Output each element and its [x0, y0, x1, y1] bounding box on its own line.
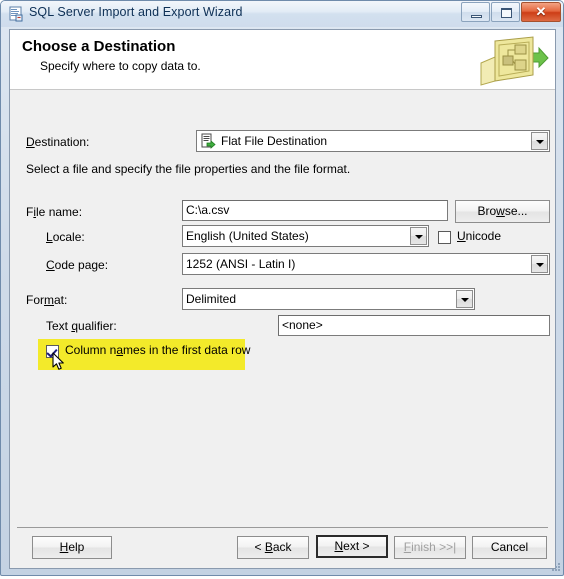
- wizard-document-icon: [8, 6, 24, 22]
- page-title: Choose a Destination: [22, 38, 176, 55]
- text-qualifier-input[interactable]: <none>: [278, 315, 550, 336]
- text-qualifier-label: Text qualifier:: [46, 319, 117, 333]
- window-title: SQL Server Import and Export Wizard: [29, 5, 243, 19]
- format-dropdown-arrow-icon[interactable]: [456, 290, 473, 308]
- format-label: Format:: [26, 293, 68, 307]
- destination-dropdown-arrow-icon[interactable]: [531, 132, 548, 150]
- back-button[interactable]: < Back: [237, 536, 309, 559]
- page-subtitle: Specify where to copy data to.: [40, 59, 201, 73]
- code-page-combobox[interactable]: 1252 (ANSI - Latin I): [182, 253, 550, 275]
- unicode-checkbox[interactable]: [438, 231, 451, 244]
- column-names-label: Column names in the first data row: [65, 343, 251, 357]
- resize-grip[interactable]: [549, 561, 561, 573]
- locale-label: Locale:: [46, 230, 85, 244]
- destination-label: Destination:: [26, 135, 90, 149]
- maximize-button[interactable]: [491, 2, 520, 22]
- dialog-client-area: Choose a Destination Specify where to co…: [9, 29, 556, 569]
- title-bar[interactable]: SQL Server Import and Export Wizard ✕: [1, 1, 563, 27]
- cancel-button[interactable]: Cancel: [472, 536, 547, 559]
- mouse-cursor-icon: [52, 352, 66, 372]
- footer-separator: [17, 527, 548, 528]
- locale-value: English (United States): [186, 229, 309, 243]
- browse-button[interactable]: Browse...: [455, 200, 550, 223]
- minimize-button[interactable]: [461, 2, 490, 22]
- code-page-label: Code page:: [46, 258, 109, 272]
- locale-dropdown-arrow-icon[interactable]: [410, 227, 427, 245]
- ssis-package-arrow-icon: [473, 33, 549, 87]
- flat-file-destination-icon: [200, 133, 216, 149]
- code-page-dropdown-arrow-icon[interactable]: [531, 255, 548, 273]
- wizard-window: SQL Server Import and Export Wizard ✕ Ch…: [0, 0, 564, 576]
- maximize-icon: [501, 8, 512, 18]
- code-page-value: 1252 (ANSI - Latin I): [186, 257, 296, 271]
- minimize-icon: [471, 15, 482, 18]
- destination-combobox[interactable]: Flat File Destination: [196, 130, 550, 152]
- file-name-label: File name:: [26, 205, 83, 219]
- unicode-label: Unicode: [457, 229, 502, 243]
- page-description: Select a file and specify the file prope…: [26, 162, 351, 176]
- next-button[interactable]: Next >: [316, 535, 388, 558]
- file-name-input[interactable]: C:\a.csv: [182, 200, 448, 221]
- close-icon: ✕: [535, 4, 547, 19]
- format-value: Delimited: [186, 292, 237, 306]
- destination-value: Flat File Destination: [221, 134, 328, 148]
- help-button[interactable]: Help: [32, 536, 112, 559]
- page-header: Choose a Destination Specify where to co…: [10, 30, 555, 90]
- finish-button: Finish >>|: [394, 536, 466, 559]
- format-combobox[interactable]: Delimited: [182, 288, 475, 310]
- close-button[interactable]: ✕: [521, 2, 561, 22]
- locale-combobox[interactable]: English (United States): [182, 225, 429, 247]
